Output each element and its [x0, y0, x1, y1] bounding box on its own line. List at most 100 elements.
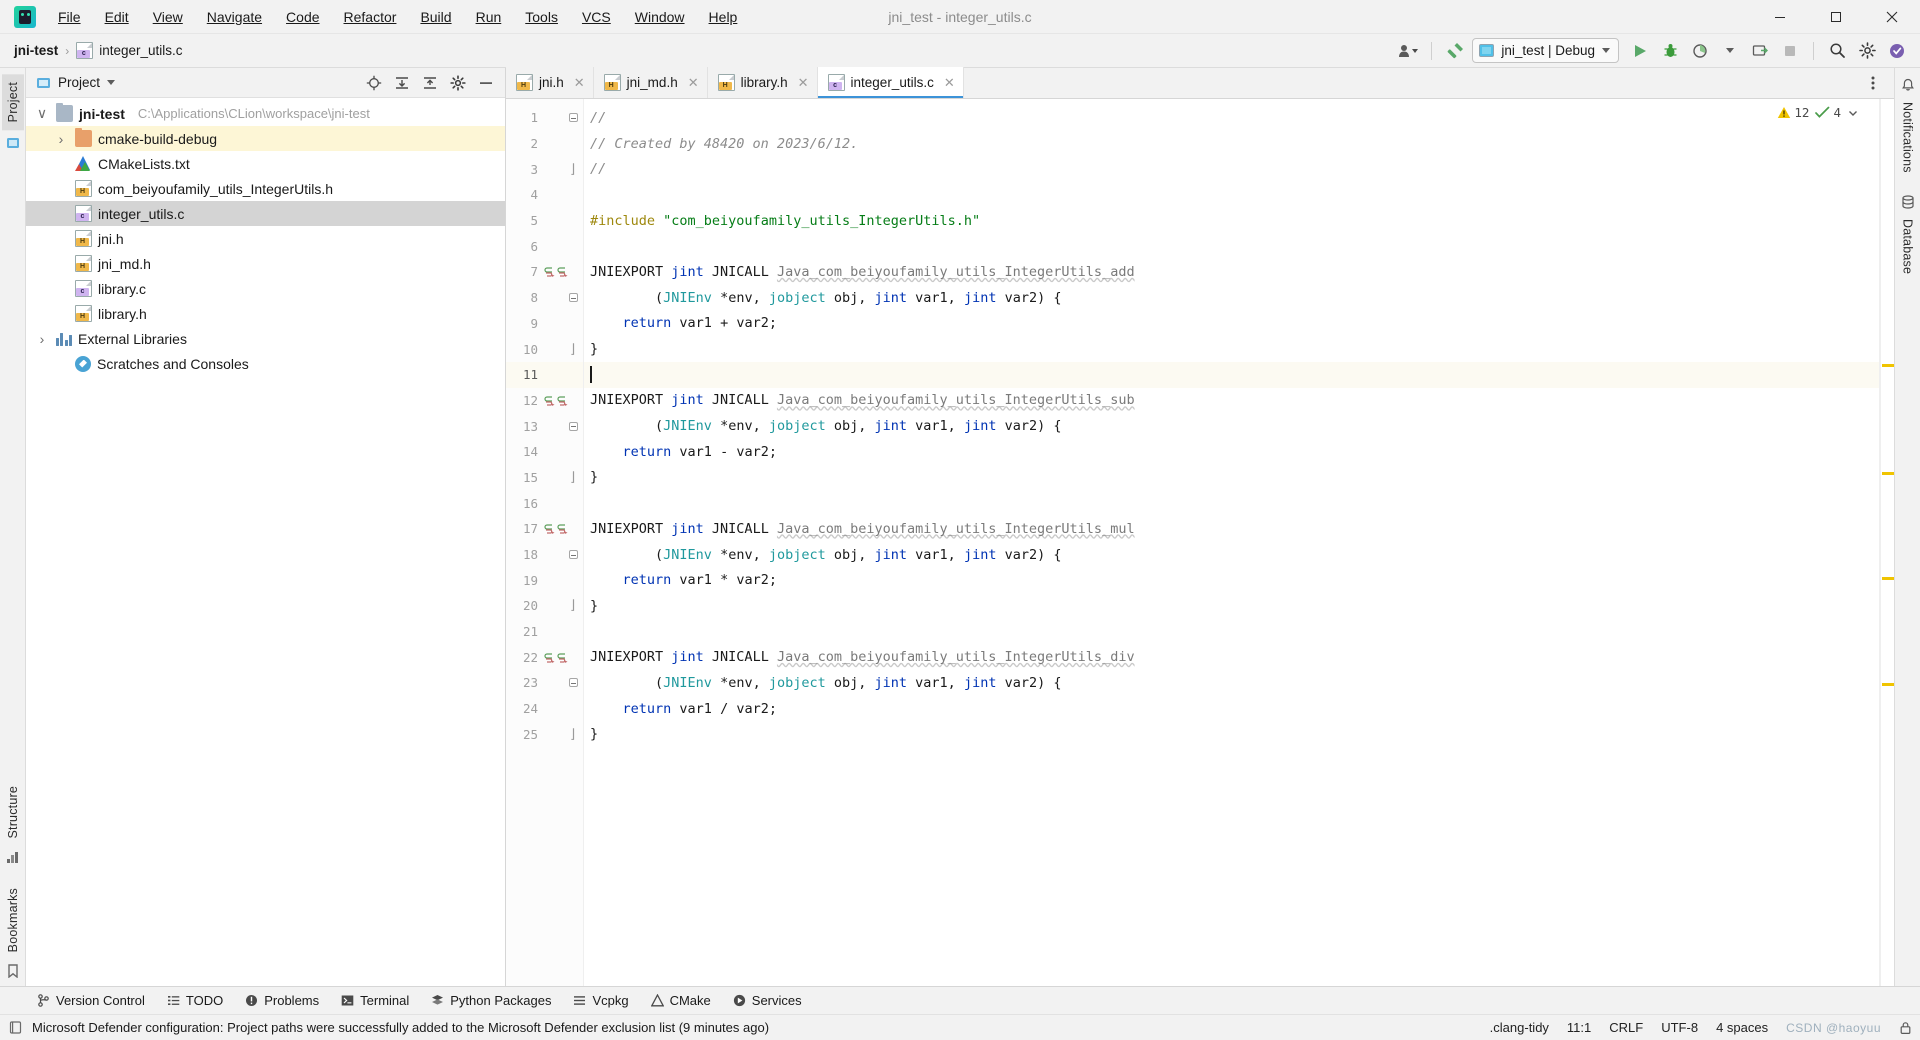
- tree-row[interactable]: c library.c: [26, 276, 505, 301]
- tool-tab-vcpkg[interactable]: Vcpkg: [562, 990, 639, 1011]
- more-options-icon[interactable]: [1860, 70, 1886, 96]
- sidebar-item-notifications[interactable]: Notifications: [1897, 94, 1919, 181]
- chevron-down-icon[interactable]: [107, 80, 116, 85]
- indent-label[interactable]: 4 spaces: [1716, 1020, 1768, 1035]
- close-icon[interactable]: ✕: [944, 75, 955, 91]
- gear-icon[interactable]: [445, 70, 471, 96]
- editor-gutter[interactable]: 1 2 3 ⌋ 4 5 6 7 8 9 10 ⌋ 11 12 13 14 15 ⌋ 1…: [506, 99, 584, 986]
- account-icon[interactable]: [1395, 38, 1421, 64]
- minimize-button[interactable]: [1752, 0, 1808, 34]
- tool-tab-version-control[interactable]: Version Control: [26, 990, 156, 1011]
- menu-window[interactable]: Window: [623, 4, 697, 30]
- tree-row[interactable]: › cmake-build-debug: [26, 126, 505, 151]
- caret-position-label[interactable]: 11:1: [1567, 1020, 1591, 1035]
- close-icon[interactable]: ✕: [574, 75, 585, 91]
- tool-tab-problems[interactable]: Problems: [234, 990, 330, 1011]
- implementation-marker-icon[interactable]: [540, 652, 570, 663]
- warning-count[interactable]: 12: [1777, 105, 1809, 120]
- menu-edit[interactable]: Edit: [93, 4, 141, 30]
- menu-refactor[interactable]: Refactor: [332, 4, 409, 30]
- balloon-icon[interactable]: [8, 1020, 23, 1035]
- menu-tools[interactable]: Tools: [513, 4, 570, 30]
- implementation-marker-icon[interactable]: [540, 395, 570, 406]
- error-stripe-scrollbar[interactable]: [1880, 99, 1894, 986]
- menu-help[interactable]: Help: [697, 4, 750, 30]
- fold-end-icon[interactable]: ⌋: [568, 598, 578, 613]
- fold-icon[interactable]: [568, 421, 578, 431]
- stripe-marker[interactable]: [1882, 364, 1894, 367]
- code-editor[interactable]: 1 2 3 ⌋ 4 5 6 7 8 9 10 ⌋ 11 12 13 14 15 ⌋ 1…: [506, 99, 1894, 986]
- fold-end-icon[interactable]: ⌋: [568, 470, 578, 485]
- inspection-check-count[interactable]: 4: [1815, 105, 1841, 120]
- menu-code[interactable]: Code: [274, 4, 331, 30]
- sidebar-item-bookmarks[interactable]: Bookmarks: [2, 880, 24, 960]
- menu-view[interactable]: View: [141, 4, 195, 30]
- database-icon[interactable]: [1901, 195, 1915, 209]
- tool-tab-services[interactable]: Services: [722, 990, 813, 1011]
- editor-tab-jni-h[interactable]: H jni.h ✕: [506, 67, 594, 98]
- inspection-profile-label[interactable]: .clang-tidy: [1490, 1020, 1549, 1035]
- debug-icon[interactable]: [1657, 38, 1683, 64]
- tree-row[interactable]: H jni.h: [26, 226, 505, 251]
- editor-tab-integer-utils-c[interactable]: c integer_utils.c ✕: [817, 67, 964, 98]
- breadcrumb-project[interactable]: jni-test: [8, 41, 64, 60]
- status-message[interactable]: Microsoft Defender configuration: Projec…: [32, 1020, 769, 1035]
- lock-icon[interactable]: [1899, 1021, 1912, 1035]
- chevron-right-icon[interactable]: ›: [53, 131, 69, 147]
- notifications-icon[interactable]: [1901, 78, 1915, 92]
- tree-row[interactable]: Scratches and Consoles: [26, 351, 505, 376]
- encoding-label[interactable]: UTF-8: [1661, 1020, 1698, 1035]
- breadcrumb-file[interactable]: c integer_utils.c: [70, 40, 188, 61]
- menu-file[interactable]: File: [46, 4, 93, 30]
- close-icon[interactable]: ✕: [688, 75, 699, 91]
- tree-row[interactable]: H com_beiyoufamily_utils_IntegerUtils.h: [26, 176, 505, 201]
- hammer-build-icon[interactable]: [1442, 38, 1468, 64]
- code-text-area[interactable]: // // Created by 48420 on 2023/6/12. // …: [584, 99, 1879, 986]
- tree-row[interactable]: H library.h: [26, 301, 505, 326]
- stop-icon[interactable]: [1777, 38, 1803, 64]
- sidebar-item-structure[interactable]: Structure: [2, 778, 24, 847]
- tool-tab-cmake[interactable]: CMake: [640, 990, 722, 1011]
- tree-row[interactable]: › External Libraries: [26, 326, 505, 351]
- line-separator-label[interactable]: CRLF: [1609, 1020, 1643, 1035]
- tree-row[interactable]: ∨ jni-test C:\Applications\CLion\workspa…: [26, 101, 505, 126]
- tool-tab-terminal[interactable]: Terminal: [330, 990, 420, 1011]
- menu-vcs[interactable]: VCS: [570, 4, 623, 30]
- fold-icon[interactable]: [568, 293, 578, 303]
- attach-to-process-icon[interactable]: [1747, 38, 1773, 64]
- tool-tab-python-packages[interactable]: Python Packages: [420, 990, 562, 1011]
- sidebar-item-database[interactable]: Database: [1897, 211, 1919, 282]
- run-icon[interactable]: [1627, 38, 1653, 64]
- inspection-widget[interactable]: 12 4: [1777, 105, 1859, 120]
- tree-row-selected[interactable]: c integer_utils.c: [26, 201, 505, 226]
- fold-end-icon[interactable]: ⌋: [568, 162, 578, 177]
- menu-navigate[interactable]: Navigate: [195, 4, 274, 30]
- fold-icon[interactable]: [568, 113, 578, 123]
- implementation-marker-icon[interactable]: [540, 523, 570, 535]
- stripe-marker[interactable]: [1882, 472, 1894, 475]
- fold-icon[interactable]: [568, 550, 578, 560]
- stripe-marker[interactable]: [1882, 577, 1894, 580]
- implementation-marker-icon[interactable]: [540, 266, 570, 278]
- editor-tab-library-h[interactable]: H library.h ✕: [707, 67, 818, 98]
- close-icon[interactable]: ✕: [798, 75, 809, 91]
- locate-icon[interactable]: [361, 70, 387, 96]
- stripe-marker[interactable]: [1882, 683, 1894, 686]
- editor-tab-jni-md-h[interactable]: H jni_md.h ✕: [593, 67, 708, 98]
- run-configuration-selector[interactable]: jni_test | Debug: [1472, 38, 1619, 63]
- menu-run[interactable]: Run: [464, 4, 514, 30]
- settings-icon[interactable]: [1854, 38, 1880, 64]
- search-everywhere-icon[interactable]: [1824, 38, 1850, 64]
- tree-row[interactable]: CMakeLists.txt: [26, 151, 505, 176]
- main-menu-bar[interactable]: File Edit View Navigate Code Refactor Bu…: [46, 4, 749, 30]
- fold-icon[interactable]: [568, 678, 578, 688]
- project-tree[interactable]: ∨ jni-test C:\Applications\CLion\workspa…: [26, 98, 505, 986]
- collapse-all-icon[interactable]: [417, 70, 443, 96]
- hide-panel-icon[interactable]: [473, 70, 499, 96]
- updates-icon[interactable]: [1884, 38, 1910, 64]
- fold-end-icon[interactable]: ⌋: [568, 727, 578, 742]
- fold-end-icon[interactable]: ⌋: [568, 342, 578, 357]
- maximize-button[interactable]: [1808, 0, 1864, 34]
- inspection-widget-chevron-icon[interactable]: [1847, 107, 1859, 119]
- menu-build[interactable]: Build: [408, 4, 463, 30]
